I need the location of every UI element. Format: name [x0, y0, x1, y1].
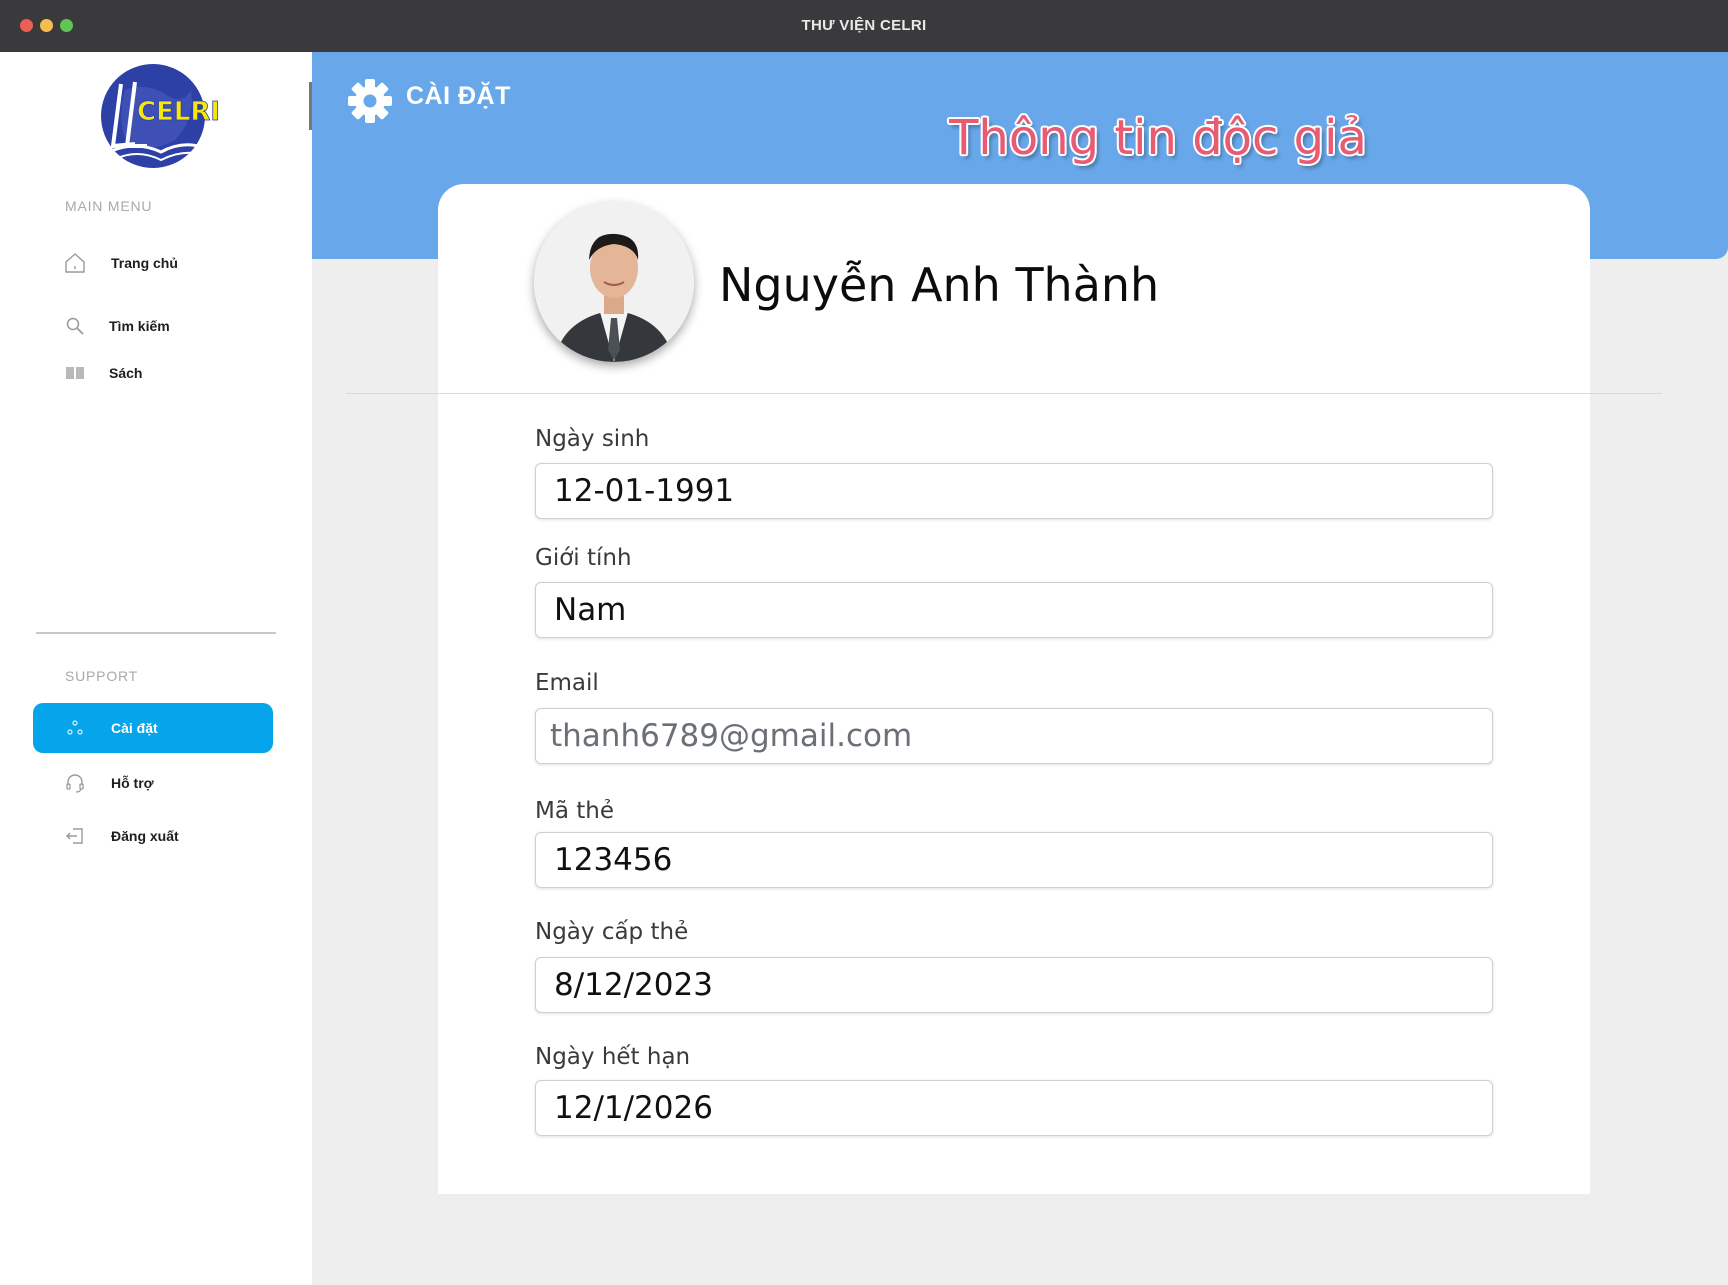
expiry-date-label: Ngày hết hạn [535, 1044, 691, 1070]
issue-date-label: Ngày cấp thẻ [535, 919, 689, 945]
logout-icon [63, 824, 87, 848]
headset-icon [63, 771, 87, 795]
email-field[interactable]: thanh6789@gmail.com [535, 708, 1493, 764]
section-title: CÀI ĐẶT [406, 82, 511, 110]
sidebar-item-books[interactable]: Sách [33, 348, 273, 398]
sidebar-item-settings[interactable]: Cài đặt [33, 703, 273, 753]
sidebar-item-label: Cài đặt [111, 720, 158, 736]
home-icon [63, 251, 87, 275]
main-menu-label: MAIN MENU [65, 198, 153, 214]
birthdate-label: Ngày sinh [535, 426, 650, 452]
search-icon [63, 314, 87, 338]
celri-logo[interactable]: CELRI [95, 60, 225, 170]
settings-icon [63, 716, 87, 740]
email-label: Email [535, 670, 599, 696]
book-icon [63, 361, 87, 385]
sidebar-divider [36, 632, 276, 634]
reader-info-card: Nguyễn Anh Thành Ngày sinh 12-01-1991 Gi… [346, 184, 1662, 1194]
sidebar-item-label: Sách [109, 365, 143, 381]
gender-label: Giới tính [535, 545, 632, 571]
sidebar-item-label: Hỗ trợ [111, 775, 154, 791]
title-bar: THƯ VIỆN CELRI [0, 0, 1728, 52]
card-id-label: Mã thẻ [535, 798, 614, 824]
sidebar-item-label: Tìm kiếm [109, 318, 170, 334]
support-label: SUPPORT [65, 668, 139, 684]
app-window: THƯ VIỆN CELRI CELRI MAIN MENU Trang chủ [0, 0, 1728, 1285]
sidebar-item-support[interactable]: Hỗ trợ [33, 758, 273, 808]
sidebar-item-logout[interactable]: Đăng xuất [33, 811, 273, 861]
sidebar-item-home[interactable]: Trang chủ [33, 238, 273, 288]
gender-field[interactable]: Nam [535, 582, 1493, 638]
sidebar-item-label: Đăng xuất [111, 828, 179, 844]
card-id-field[interactable]: 123456 [535, 832, 1493, 888]
expiry-date-field[interactable]: 12/1/2026 [535, 1080, 1493, 1136]
sidebar: CELRI MAIN MENU Trang chủ Tìm kiếm Sách … [0, 52, 312, 1285]
logo-text: CELRI [137, 97, 220, 127]
sidebar-item-label: Trang chủ [111, 255, 178, 271]
reader-name: Nguyễn Anh Thành [719, 258, 1160, 312]
avatar [534, 202, 694, 362]
page-title: Thông tin độc giả [949, 110, 1367, 166]
birthdate-field[interactable]: 12-01-1991 [535, 463, 1493, 519]
sidebar-item-search[interactable]: Tìm kiếm [33, 301, 273, 351]
issue-date-field[interactable]: 8/12/2023 [535, 957, 1493, 1013]
card-divider [346, 393, 1662, 394]
window-title: THƯ VIỆN CELRI [801, 17, 927, 34]
